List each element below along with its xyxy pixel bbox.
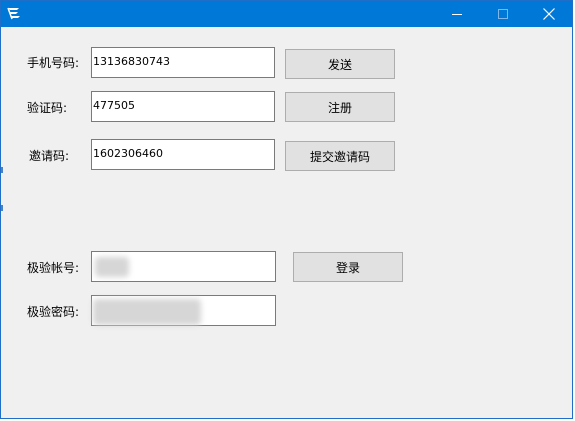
close-button[interactable] [526,1,571,27]
account-label: 极验帐号: [27,261,80,275]
maximize-icon [497,9,508,19]
left-edge-mark [1,205,3,211]
app-window: 手机号码: 13136830743 发送 验证码: 477505 注册 邀请码:… [0,0,573,419]
minimize-icon [451,14,462,15]
invite-input[interactable]: 1602306460 [91,139,275,170]
redacted-password-blur [93,299,201,325]
phone-input[interactable]: 13136830743 [91,47,275,78]
redacted-account-blur [95,257,129,277]
submit-invite-button[interactable]: 提交邀请码 [285,141,395,171]
app-logo-icon [7,7,20,20]
phone-label: 手机号码: [27,56,80,70]
left-edge-mark [1,167,3,173]
code-input[interactable]: 477505 [91,91,275,122]
title-bar[interactable] [1,1,572,27]
register-button[interactable]: 注册 [285,92,395,122]
maximize-button[interactable] [480,1,525,27]
login-button[interactable]: 登录 [293,252,403,282]
close-icon [542,8,555,20]
send-button[interactable]: 发送 [285,49,395,79]
invite-label: 邀请码: [29,149,70,163]
password-label: 极验密码: [27,305,80,319]
code-label: 验证码: [27,101,68,115]
minimize-button[interactable] [434,1,479,27]
